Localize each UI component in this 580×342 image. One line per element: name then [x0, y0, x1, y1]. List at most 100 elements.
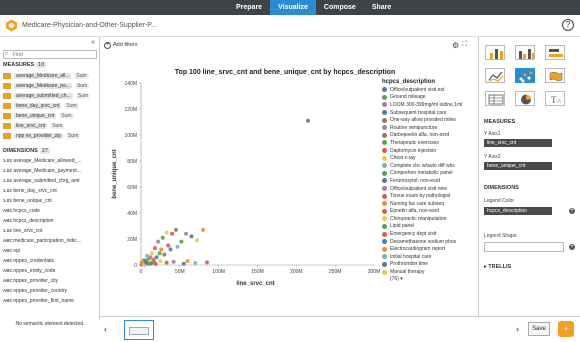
line-chart-icon[interactable]	[485, 68, 505, 83]
dimension-item[interactable]: ABC hcpcs_description	[3, 218, 98, 227]
dimension-item[interactable]: ABC nppes_provider_first_name	[3, 298, 98, 307]
map-icon[interactable]	[545, 68, 565, 83]
grouped-bar-icon[interactable]	[515, 45, 535, 60]
add-legend-color-icon[interactable]: +	[569, 208, 575, 214]
scatter-icon[interactable]	[515, 68, 535, 83]
legend-item[interactable]: Ferumoxytol, non-esrd	[382, 177, 477, 185]
measure-item[interactable]: npp es_provider_zip Sum	[3, 131, 81, 140]
legend-item[interactable]: Office/outpatient visit est	[382, 86, 477, 94]
legend-item[interactable]: Darbepoetin alfa, non-esrd	[382, 132, 477, 140]
legend-item[interactable]: Subsequent hospital care	[382, 109, 477, 117]
dimension-type-icon: ABC	[3, 288, 13, 293]
dimension-name: nppes_provider_city	[13, 278, 59, 284]
legend-item[interactable]: Daptomycin injection	[382, 147, 477, 155]
legend-item[interactable]: Prothrombin time	[382, 261, 477, 269]
legend-item[interactable]: Office/outpatient visit new	[382, 185, 477, 193]
measure-item[interactable]: line_srvc_cnt Sum	[3, 121, 65, 130]
scatter-point	[153, 261, 158, 266]
dimension-item[interactable]: ABC nppes_provider_city	[3, 278, 98, 287]
measure-item[interactable]: bene_unique_cnt Sum	[3, 111, 74, 120]
next-page-icon[interactable]: ›	[516, 324, 519, 334]
dimensions-count: 27	[39, 148, 50, 154]
dimension-item[interactable]: ABC npi	[3, 248, 98, 257]
legend-item[interactable]: Electrocardiogram report	[382, 245, 477, 253]
table-icon[interactable]	[485, 91, 505, 106]
dimension-item[interactable]: 1.03 average_Medicare_allowed_...	[3, 158, 98, 167]
x-axis-label: line_srvc_cnt	[236, 281, 274, 287]
text-icon[interactable]: TA	[545, 91, 565, 106]
legend-label: Lipid panel	[390, 223, 415, 230]
legend-item[interactable]: Complete cbc w/auto diff wbc	[382, 162, 477, 170]
trellis-section[interactable]: ▸ TRELLIS	[484, 264, 511, 270]
dimension-type-icon: ABC	[3, 258, 13, 263]
expand-icon[interactable]: ⛶	[462, 41, 467, 49]
dimension-name: nppes_credentials	[13, 258, 54, 264]
legend-item[interactable]: LOOM 300-399mg/ml iodine,1ml	[382, 101, 477, 109]
legend-item[interactable]: Emergency dept visit	[382, 230, 477, 238]
legend-color-label: Legend Color	[484, 198, 515, 204]
legend-item[interactable]: Comprehen metabolic panel	[382, 170, 477, 178]
tab-compose[interactable]: Compose	[316, 0, 364, 15]
scatter-point	[175, 244, 180, 249]
legend-item[interactable]: Epoetin alfa, non-esrd	[382, 208, 477, 216]
dimension-item[interactable]: ABC nppes_provider_country	[3, 288, 98, 297]
legend-item[interactable]: Ground mileage	[382, 94, 477, 102]
dimension-item[interactable]: 1.03 bene_unique_cnt	[3, 198, 98, 207]
dimension-item[interactable]: 1.03 average_submitted_chrg_amt	[3, 178, 98, 187]
legend-item[interactable]: Manual therapy	[382, 268, 477, 276]
pie-icon[interactable]	[515, 91, 535, 106]
measure-item[interactable]: bene_day_srvc_cnt Sum	[3, 101, 79, 110]
legend-item[interactable]: Chest x-ray	[382, 154, 477, 162]
add-filters-button[interactable]: + Add filters	[104, 40, 137, 50]
dimension-item[interactable]: 1.03 bene_day_srvc_cnt	[3, 188, 98, 197]
legend-label: Ground mileage	[390, 94, 426, 101]
dimension-item[interactable]: ABC nppes_credentials	[3, 258, 98, 267]
data-panel: « ⌕ MEASURES10 average_Medicare_all...Su…	[0, 37, 100, 327]
save-button[interactable]: Save	[528, 322, 550, 336]
legend-more[interactable]: (76) ▾	[382, 276, 477, 282]
trellis-label: TRELLIS	[488, 264, 512, 270]
tab-share[interactable]: Share	[364, 0, 399, 15]
measure-item[interactable]: average_Medicare_pa... Sum	[3, 81, 90, 90]
dimension-item[interactable]: ABC hcpcs_code	[3, 208, 98, 217]
x-tick-label: 0	[140, 269, 143, 275]
bar-chart-icon[interactable]	[485, 45, 505, 60]
collapse-panel-icon[interactable]: «	[91, 39, 95, 46]
legend-item[interactable]: Initial hospital care	[382, 253, 477, 261]
measure-item[interactable]: average_submitted_ch... Sum	[3, 91, 91, 100]
legend-swatch	[382, 148, 387, 154]
canvas-thumbnail[interactable]	[124, 320, 154, 340]
legend-item[interactable]: One-way allow prorated miles	[382, 116, 477, 124]
dimension-item[interactable]: ABC medicare_participation_indic...	[3, 238, 98, 247]
help-icon[interactable]: ?	[562, 19, 574, 31]
dimension-item[interactable]: 1.03 average_Medicare_payment...	[3, 168, 98, 177]
y-axis2-field[interactable]: bene_unique_cnt	[484, 162, 552, 170]
add-legend-shape-icon[interactable]: +	[569, 244, 575, 250]
legend-item[interactable]: Chiropractic manipulation	[382, 215, 477, 223]
horizontal-bar-icon[interactable]	[545, 45, 565, 60]
legend-shape-dropzone[interactable]	[484, 242, 564, 252]
tab-visualize[interactable]: Visualize	[270, 0, 316, 15]
prev-page-icon[interactable]: ‹	[104, 324, 107, 334]
legend-item[interactable]: Dexamethasone sodium phos	[382, 238, 477, 246]
y-axis1-field[interactable]: line_srvc_cnt	[484, 139, 552, 147]
find-input[interactable]	[13, 51, 95, 58]
gear-icon[interactable]: ⚙	[452, 41, 459, 50]
tab-prepare[interactable]: Prepare	[228, 0, 270, 15]
aggregation-label: Sum	[74, 72, 89, 79]
legend-item[interactable]: Lipid panel	[382, 223, 477, 231]
scatter-point	[194, 238, 199, 243]
find-field[interactable]: ⌕	[3, 50, 97, 59]
x-tick-label: 150M	[251, 269, 264, 275]
dimension-item[interactable]: ABC nppes_entity_code	[3, 268, 98, 277]
add-canvas-button[interactable]: +	[558, 321, 574, 337]
legend-item[interactable]: Therapeutic exercises	[382, 139, 477, 147]
scatter-point	[173, 227, 178, 232]
legend-item[interactable]: Nursing fac care subseq	[382, 200, 477, 208]
legend-item[interactable]: Tissue exam by pathologist	[382, 192, 477, 200]
dimension-item[interactable]: 1.03 line_srvc_cnt	[3, 228, 98, 237]
legend-item[interactable]: Routine venipuncture	[382, 124, 477, 132]
legend-color-field[interactable]: hcpcs_description	[484, 207, 552, 215]
scatter-point	[166, 243, 171, 248]
measure-item[interactable]: average_Medicare_all... Sum	[3, 71, 89, 80]
